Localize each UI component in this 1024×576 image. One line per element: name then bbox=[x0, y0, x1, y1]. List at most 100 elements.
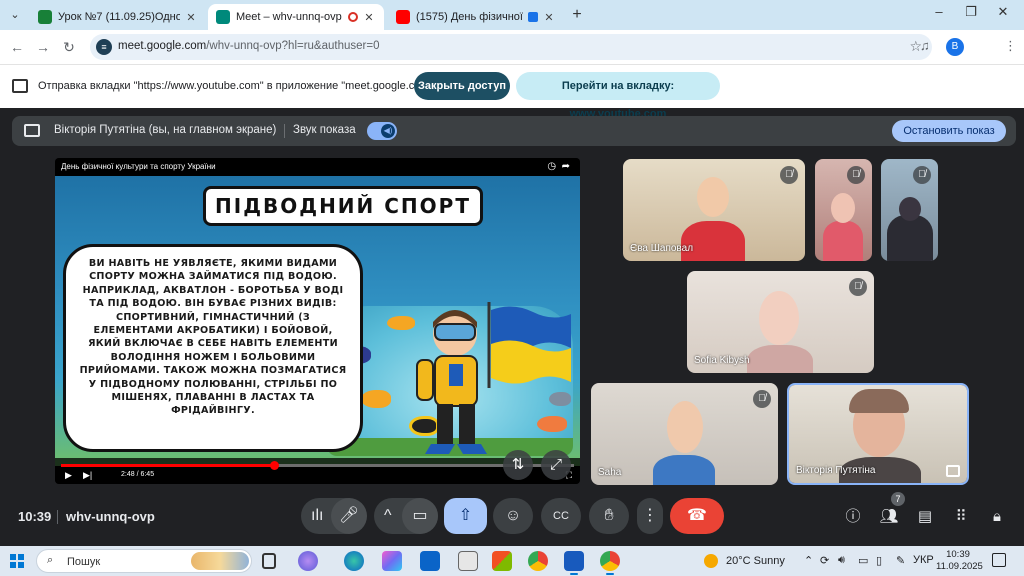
battery-icon[interactable]: ▯ bbox=[876, 554, 882, 567]
taskbar-search[interactable]: ⌕ Пошук bbox=[36, 549, 252, 573]
captions-icon: CC bbox=[553, 510, 569, 522]
network-icon[interactable]: ▭ bbox=[858, 554, 868, 567]
more-options-button[interactable]: ⋮ bbox=[637, 498, 663, 534]
classroom-favicon-icon bbox=[38, 10, 52, 24]
speech-bubble: ВИ НАВІТЬ НЕ УЯВЛЯЄТЕ, ЯКИМИ ВИДАМИ СПОР… bbox=[63, 244, 363, 452]
search-icon: ⌕ bbox=[47, 554, 54, 566]
browser-toolbar: ← → ↻ ≡ meet.google.com/whv-unnq-ovp?hl=… bbox=[0, 30, 1024, 64]
self-view-tile[interactable]: Вікторія Путятіна bbox=[787, 383, 969, 485]
reload-button[interactable]: ↻ bbox=[60, 38, 78, 56]
windows-start-button[interactable] bbox=[10, 554, 24, 568]
sun-icon[interactable] bbox=[704, 554, 718, 568]
m365-copilot-icon[interactable] bbox=[382, 551, 402, 571]
site-info-icon[interactable]: ≡ bbox=[96, 39, 112, 55]
close-icon[interactable]: ✕ bbox=[184, 11, 198, 24]
share-banner-text: Отправка вкладки "https://www.youtube.co… bbox=[38, 80, 443, 92]
mic-off-icon: 🎙̸ bbox=[847, 166, 865, 184]
video-controls: ▶ ▶| 2:48 / 6:45 ⛶ bbox=[55, 458, 580, 484]
tab-search-button[interactable]: ⌄ bbox=[6, 6, 24, 24]
tab-meet[interactable]: Meet – whv-unnq-ovp ✕ bbox=[208, 4, 384, 30]
participant-tile[interactable]: 🎙̸ bbox=[815, 159, 872, 261]
taskbar-clock[interactable]: 10:39 11.09.2025 bbox=[936, 549, 983, 573]
media-control-icon[interactable]: ♫ bbox=[920, 38, 930, 53]
play-icon[interactable]: ▶ bbox=[65, 470, 72, 481]
edge-icon[interactable] bbox=[344, 551, 364, 571]
activities-icon[interactable]: ⠿ bbox=[951, 507, 971, 527]
tab-lesson[interactable]: Урок №7 (11.09.25)Однозначн ✕ bbox=[30, 4, 206, 30]
outlook-icon[interactable] bbox=[420, 551, 440, 571]
video-progress-bar[interactable] bbox=[61, 461, 574, 470]
profile-avatar[interactable]: B bbox=[946, 38, 964, 56]
host-controls-icon[interactable]: 🔒︎ bbox=[987, 507, 1007, 527]
close-icon[interactable]: ✕ bbox=[362, 11, 376, 24]
present-button[interactable]: ⇧ bbox=[444, 498, 487, 534]
meeting-clock: 10:39 bbox=[18, 509, 52, 524]
store-icon[interactable] bbox=[492, 551, 512, 571]
close-access-button[interactable]: Закрыть доступ bbox=[414, 72, 510, 100]
address-bar[interactable]: ≡ meet.google.com/whv-unnq-ovp?hl=ru&aut… bbox=[90, 34, 932, 60]
participant-tile[interactable]: 🎙̸ bbox=[881, 159, 938, 261]
maximize-button[interactable]: ❐ bbox=[956, 4, 986, 20]
notifications-icon[interactable] bbox=[992, 553, 1006, 567]
word-icon[interactable] bbox=[564, 551, 584, 575]
chat-icon[interactable]: ▤ bbox=[915, 507, 935, 527]
youtube-favicon-icon bbox=[396, 10, 410, 24]
participant-face bbox=[759, 291, 799, 345]
sound-label: Звук показа bbox=[293, 124, 356, 136]
next-icon[interactable]: ▶| bbox=[83, 470, 92, 481]
participant-tile[interactable]: 🎙̸ Sofia Kibysh bbox=[687, 271, 874, 373]
task-view-icon[interactable] bbox=[262, 553, 276, 569]
participant-name: Вікторія Путятіна bbox=[796, 465, 876, 476]
goto-tab-button[interactable]: Перейти на вкладку: www.youtube.com bbox=[516, 72, 720, 120]
reactions-button[interactable]: ☺ bbox=[493, 498, 533, 534]
taskbar-time: 10:39 bbox=[946, 549, 970, 560]
reframe-button[interactable]: ⇅ bbox=[503, 450, 533, 480]
participant-face bbox=[697, 177, 729, 217]
pip-icon[interactable] bbox=[946, 465, 960, 477]
leave-call-button[interactable]: ☎︎ bbox=[670, 498, 724, 534]
people-icon[interactable]: 👥︎ bbox=[879, 507, 899, 527]
chevron-up-icon[interactable]: ^ bbox=[384, 507, 392, 524]
captions-button[interactable]: CC bbox=[541, 498, 581, 534]
speaker-icon: ◀) bbox=[381, 124, 395, 138]
pen-icon[interactable]: ✎ bbox=[896, 554, 905, 567]
camera-button[interactable]: ▭ bbox=[402, 498, 438, 534]
audio-settings-icon[interactable]: ılı bbox=[311, 507, 323, 524]
share-audio-toggle[interactable]: ◀) bbox=[367, 122, 397, 140]
close-icon[interactable]: ✕ bbox=[542, 11, 556, 24]
watch-later-share-icons[interactable]: ◷ ➦ bbox=[547, 161, 570, 172]
chrome-menu-icon[interactable]: ⋮ bbox=[1004, 38, 1017, 54]
hair bbox=[849, 389, 909, 413]
raise-hand-button[interactable]: ✋︎ bbox=[589, 498, 629, 534]
end-call-icon: ☎︎ bbox=[687, 507, 707, 524]
recording-icon bbox=[348, 12, 358, 22]
progress-knob[interactable] bbox=[269, 461, 279, 470]
window-close-button[interactable]: ✕ bbox=[988, 4, 1018, 20]
sync-icon[interactable]: ⟳ bbox=[820, 554, 829, 567]
search-highlight-art bbox=[191, 552, 249, 570]
tab-youtube[interactable]: (1575) День фізичної культ ✕ bbox=[388, 4, 564, 30]
back-button[interactable]: ← bbox=[8, 38, 26, 56]
file-explorer-icon[interactable] bbox=[458, 551, 478, 571]
forward-button[interactable]: → bbox=[34, 38, 52, 56]
mic-button[interactable]: 🎤︎ bbox=[331, 498, 367, 534]
copilot-icon[interactable] bbox=[298, 551, 318, 571]
people-count-badge: 7 bbox=[891, 492, 905, 506]
volume-icon[interactable]: 🔊︎ bbox=[838, 554, 845, 567]
participant-tile[interactable]: 🎙̸ Єва Шаповал bbox=[623, 159, 805, 261]
chrome-icon[interactable] bbox=[528, 551, 548, 571]
language-indicator[interactable]: УКР bbox=[913, 554, 934, 566]
tab-title: Урок №7 (11.09.25)Однозначн bbox=[58, 11, 180, 23]
presentation-video[interactable]: День фізичної культури та спорту України… bbox=[55, 158, 580, 484]
sharing-icon bbox=[528, 12, 538, 22]
stop-presenting-button[interactable]: Остановить показ bbox=[892, 120, 1006, 142]
mic-off-icon: 🎙̸ bbox=[753, 390, 771, 408]
chrome-profile-icon[interactable] bbox=[600, 551, 620, 575]
new-tab-button[interactable]: + bbox=[568, 6, 586, 24]
weather-text[interactable]: 20°C Sunny bbox=[726, 555, 785, 567]
chevron-up-icon[interactable]: ⌃ bbox=[804, 554, 813, 567]
meeting-info-icon[interactable]: ⓘ bbox=[843, 507, 863, 527]
expand-button[interactable]: ⤢ bbox=[541, 450, 571, 480]
participant-tile[interactable]: 🎙̸ Saha bbox=[591, 383, 778, 485]
minimize-button[interactable]: – bbox=[924, 4, 954, 19]
